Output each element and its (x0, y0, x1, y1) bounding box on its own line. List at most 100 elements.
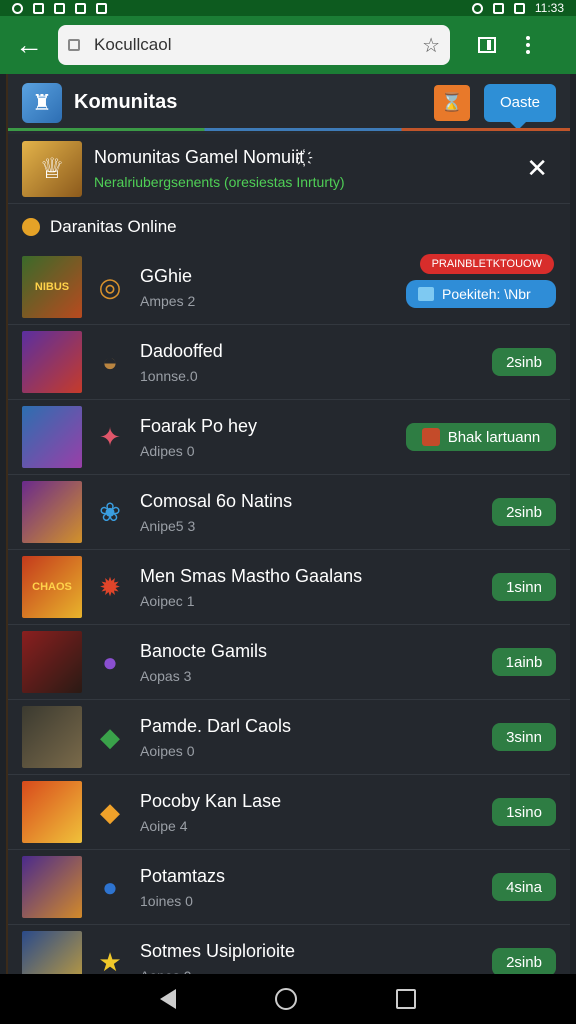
game-title: Pamde. Darl Caols (140, 715, 292, 736)
game-row[interactable]: ★Sotmes UsiplorioiteAopes 02sinb (8, 925, 570, 974)
nav-home-icon[interactable] (274, 988, 297, 1010)
game-title: Pocoby Kan Lase (140, 790, 282, 811)
game-row[interactable]: ◆ Pocoby Kan Lase Aoipe 4 1sino (8, 775, 570, 850)
address-bar[interactable]: Kocullcaol ☆ (58, 25, 450, 65)
status-pill-button[interactable]: 1sino (492, 798, 556, 826)
game-thumbnail (22, 931, 82, 974)
bookmark-star-icon[interactable]: ☆ (422, 33, 440, 58)
coin-icon (22, 218, 40, 236)
game-title: Sotmes Usiplorioite (140, 940, 296, 961)
status-bar: 11:33 (0, 0, 576, 16)
game-thumbnail (22, 331, 82, 393)
orange-action-button[interactable]: ⌛ (434, 84, 470, 121)
game-row[interactable]: ● Banocte Gamils Aopas 3 1ainb (8, 625, 570, 700)
game-title: Banocte Gamils (140, 640, 268, 661)
join-button-label: Poekiteh: \Nbr (442, 286, 531, 302)
status-pill-button[interactable]: 4sina (492, 873, 556, 901)
status-pill-button[interactable]: 2sinb (492, 348, 556, 376)
game-subtitle: 1onnse.0 (140, 367, 198, 384)
wifi-icon (492, 2, 504, 14)
notification-avatar: ♕ (22, 140, 82, 197)
status-pill-button[interactable]: 2sinb (492, 948, 556, 974)
game-subtitle: Aoipe 4 (140, 817, 188, 834)
community-header: ♜ Komunitas ⌛ Oaste (8, 74, 570, 134)
battery-icon (513, 2, 525, 14)
community-page: ♜ Komunitas ⌛ Oaste ♕ Nomunitas Gamel No… (6, 74, 570, 974)
gallery-icon (33, 2, 44, 14)
status-pill-label: Bhak lartuann (447, 428, 541, 446)
back-button[interactable]: ← (0, 16, 58, 74)
header-divider (8, 128, 570, 131)
game-subtitle: Adipes 0 (140, 442, 195, 459)
alarm-icon (471, 2, 483, 14)
status-pill-button[interactable]: 2sinb (492, 498, 556, 526)
game-emblem-icon: ❀ (99, 496, 121, 527)
game-title: Comosal 6o Natins (140, 490, 293, 511)
notification-title: Nomunitas Gamel Nomuiit҉ (94, 147, 305, 167)
url-text: Kocullcaol (94, 35, 172, 54)
status-pill-label: 1sino (506, 803, 542, 821)
notification-icon (12, 2, 23, 14)
notification-banner[interactable]: ♕ Nomunitas Gamel Nomuiit҉ Neralriubergs… (8, 134, 570, 204)
game-thumbnail (22, 706, 82, 768)
game-subtitle: Aoipes 0 (140, 742, 195, 759)
game-row[interactable]: ❀ Comosal 6o Natins Anipe5 3 2sinb (8, 475, 570, 550)
close-icon[interactable]: ✕ (526, 153, 548, 184)
community-logo-icon: ♜ (22, 82, 62, 123)
game-title: Dadooffed (140, 340, 223, 361)
game-row[interactable]: ● Potamtazs 1oines 0 4sina (8, 850, 570, 925)
status-pill-label: 4sina (506, 878, 542, 896)
game-title: Foarak Po hey (140, 415, 258, 436)
game-row[interactable]: NIBUS ◎ GGhie Ampes 2 PRAINBLETKTOUOW Poekite… (8, 250, 570, 325)
notification-subtitle: Neralriubergsenents (oresiestas Inrturty… (94, 174, 345, 190)
section-header: Daranitas Online (8, 204, 570, 250)
game-emblem-icon: ★ (98, 946, 122, 975)
status-time: 11:33 (534, 1, 564, 15)
play-icon (418, 287, 434, 301)
status-pill-button[interactable]: 3sinn (492, 723, 556, 751)
game-thumbnail (22, 631, 82, 693)
browser-toolbar: ← Kocullcaol ☆ (0, 16, 576, 74)
hourglass-icon: ⌛ (440, 92, 464, 112)
game-subtitle: Anipe5 3 (140, 517, 196, 534)
system-nav-bar (0, 974, 576, 1024)
game-thumbnail (22, 481, 82, 543)
game-emblem-icon: ◆ (100, 721, 120, 752)
status-pill-label: 1sinn (506, 578, 542, 596)
post-button[interactable]: Oaste (484, 83, 556, 130)
game-emblem-icon: ✦ (99, 421, 121, 452)
status-pill-label: 1ainb (505, 653, 543, 671)
game-thumbnail (22, 781, 82, 843)
app-icon (54, 2, 65, 14)
game-emblem-icon: ◎ (98, 271, 122, 302)
status-pill-label: 3sinn (506, 728, 542, 746)
nav-recents-icon[interactable] (396, 989, 417, 1009)
nav-back-icon[interactable] (159, 989, 176, 1009)
status-icons-right: 11:33 (471, 1, 564, 15)
overflow-menu-icon[interactable] (526, 36, 530, 54)
game-row[interactable]: ✦ Foarak Po hey Adipes 0 Bhak lartuann (8, 400, 570, 475)
status-pill-label: 2sinb (506, 503, 542, 521)
status-pill-button[interactable]: 1sinn (492, 573, 556, 601)
status-pill-button[interactable]: Bhak lartuann (406, 423, 556, 451)
game-row[interactable]: CHAOS ✹ Men Smas Mastho Gaalans Aoipec 1 1si… (8, 550, 570, 625)
game-emblem-icon: ● (102, 871, 118, 902)
status-icons-left (12, 2, 107, 14)
game-emblem-icon: ● (102, 646, 118, 677)
status-pill-button[interactable]: 1ainb (492, 648, 556, 676)
game-title: Potamtazs (140, 865, 226, 886)
game-subtitle: Aopas 3 (140, 667, 192, 684)
game-title: Men Smas Mastho Gaalans (140, 565, 363, 586)
game-row[interactable]: ◆ Pamde. Darl Caols Aoipes 0 3sinn (8, 700, 570, 775)
download-icon (96, 2, 107, 14)
game-subtitle: 1oines 0 (140, 892, 193, 909)
section-title: Daranitas Online (50, 217, 177, 236)
game-thumbnail (22, 406, 82, 468)
game-thumbnail: NIBUS (22, 256, 82, 318)
reader-mode-icon[interactable] (478, 37, 496, 53)
game-row[interactable]: ◒ Dadooffed 1onnse.0 2sinb (8, 325, 570, 400)
game-emblem-icon: ✹ (99, 571, 121, 602)
shield-icon (421, 428, 440, 446)
join-button[interactable]: Poekiteh: \Nbr (406, 280, 556, 308)
status-pill-label: 2sinb (506, 353, 542, 371)
